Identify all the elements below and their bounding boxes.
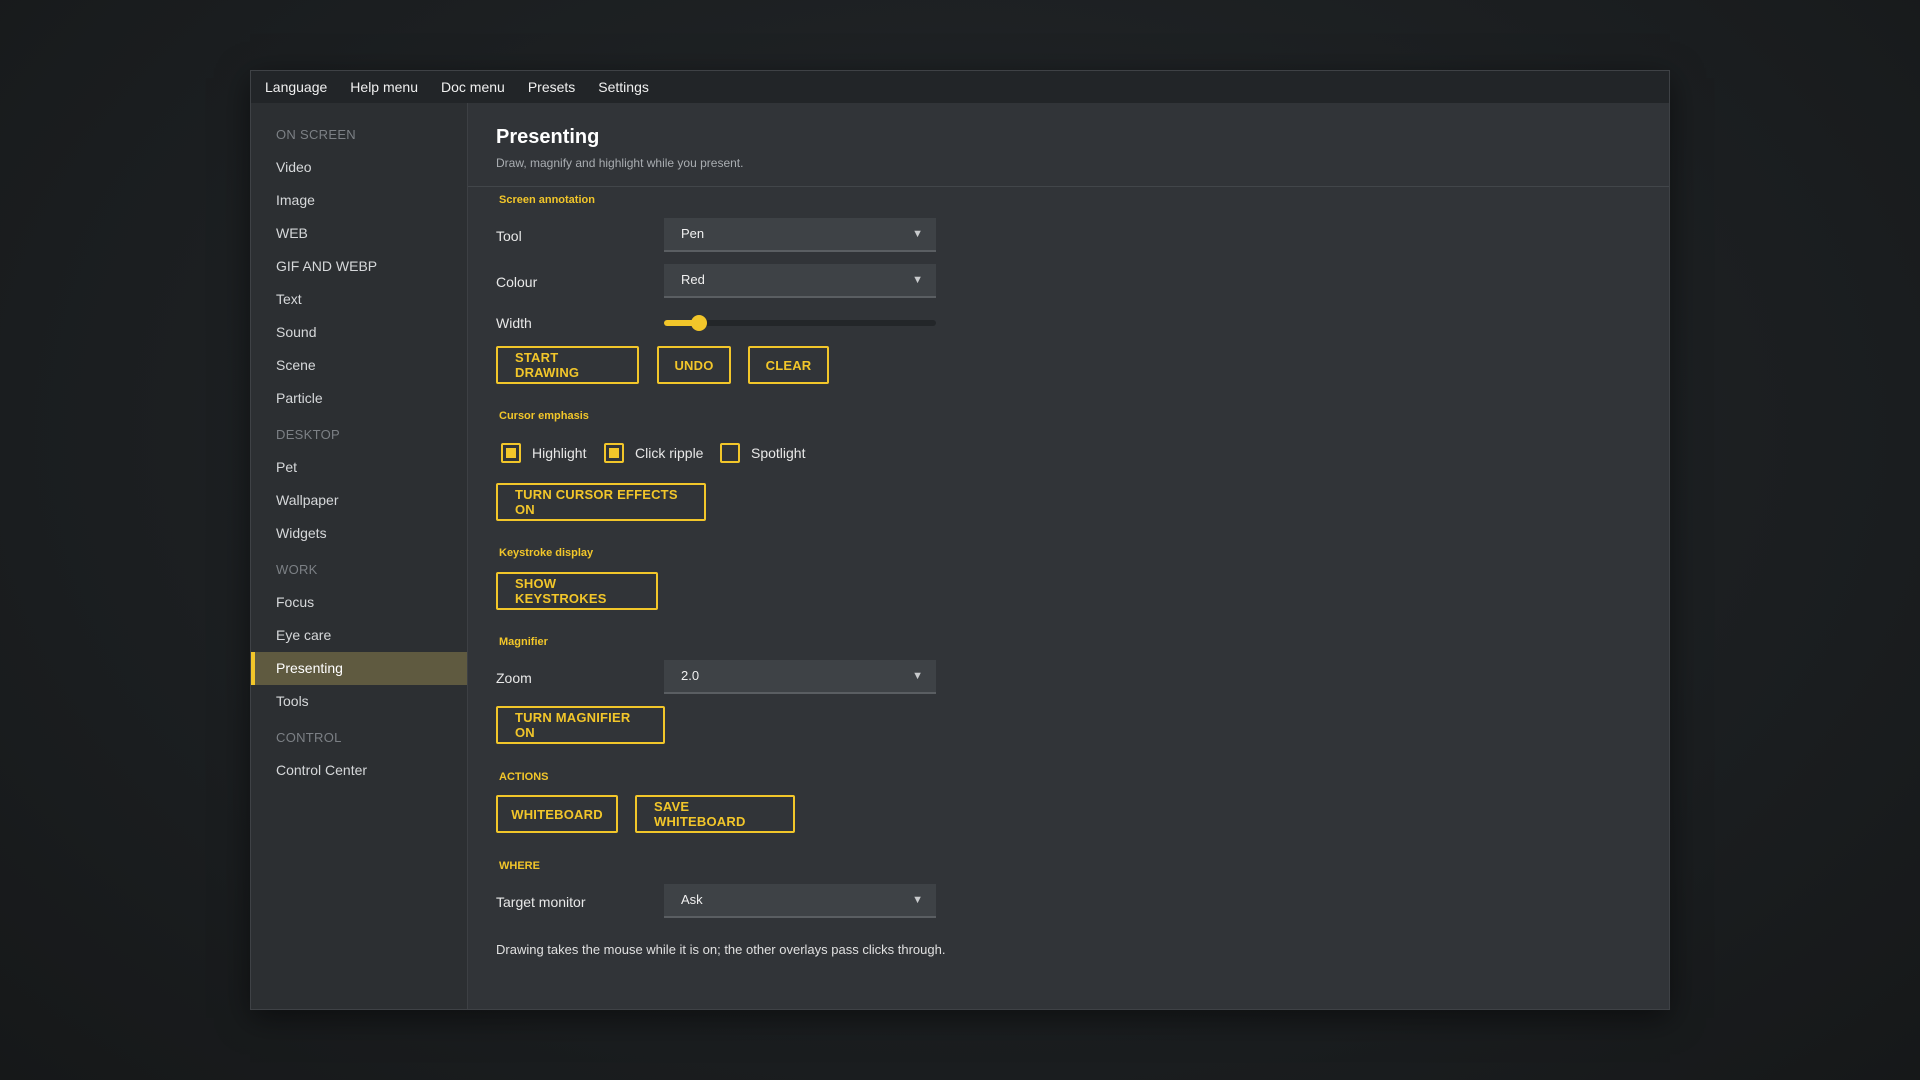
sidebar-item-widgets[interactable]: Widgets [251, 517, 467, 550]
menu-presets[interactable]: Presets [528, 79, 575, 95]
spotlight-checkbox[interactable] [720, 443, 740, 463]
section-cursor-emphasis: Cursor emphasis [499, 410, 589, 422]
zoom-select-value: 2.0 [681, 668, 700, 683]
section-screen-annotation: Screen annotation [499, 194, 595, 206]
sidebar-item-control-center[interactable]: Control Center [251, 754, 467, 787]
tool-label: Tool [496, 228, 522, 244]
colour-label: Colour [496, 274, 538, 290]
spotlight-label: Spotlight [751, 445, 806, 461]
start-drawing-button[interactable]: START DRAWING [496, 346, 639, 384]
clear-button[interactable]: CLEAR [748, 346, 829, 384]
section-keystroke-display: Keystroke display [499, 547, 594, 559]
sidebar-item-sound[interactable]: Sound [251, 316, 467, 349]
highlight-checkbox[interactable] [501, 443, 521, 463]
width-label: Width [496, 315, 532, 331]
sidebar-item-web[interactable]: WEB [251, 217, 467, 250]
sidebar-item-eye-care[interactable]: Eye care [251, 619, 467, 652]
sidebar-item-image[interactable]: Image [251, 184, 467, 217]
page-header: Presenting Draw, magnify and highlight w… [468, 103, 1669, 187]
sidebar-item-wallpaper[interactable]: Wallpaper [251, 484, 467, 517]
sidebar-item-presenting[interactable]: Presenting [251, 652, 467, 685]
section-where: WHERE [499, 860, 540, 872]
target-monitor-select-value: Ask [681, 892, 703, 907]
sidebar-item-text[interactable]: Text [251, 283, 467, 316]
save-whiteboard-button[interactable]: SAVE WHITEBOARD [635, 795, 795, 833]
width-slider-handle[interactable] [691, 315, 707, 331]
click-ripple-checkbox[interactable] [604, 443, 624, 463]
turn-cursor-effects-on-button[interactable]: TURN CURSOR EFFECTS ON [496, 483, 706, 521]
highlight-label: Highlight [532, 445, 587, 461]
chevron-down-icon: ▼ [912, 228, 923, 240]
chevron-down-icon: ▼ [912, 670, 923, 682]
menu-settings[interactable]: Settings [598, 79, 649, 95]
sidebar-section-control: CONTROL [276, 730, 342, 745]
menu-language[interactable]: Language [265, 79, 327, 95]
colour-select[interactable]: Red ▼ [664, 264, 936, 298]
sidebar-item-focus[interactable]: Focus [251, 586, 467, 619]
undo-button[interactable]: UNDO [657, 346, 731, 384]
width-slider[interactable] [664, 315, 936, 331]
section-magnifier: Magnifier [499, 636, 548, 648]
sidebar-item-tools[interactable]: Tools [251, 685, 467, 718]
chevron-down-icon: ▼ [912, 274, 923, 286]
click-ripple-label: Click ripple [635, 445, 704, 461]
sidebar: ON SCREEN Video Image WEB GIF AND WEBP T… [251, 103, 468, 1009]
sidebar-item-gif-webp[interactable]: GIF AND WEBP [251, 250, 467, 283]
sidebar-item-scene[interactable]: Scene [251, 349, 467, 382]
zoom-select[interactable]: 2.0 ▼ [664, 660, 936, 694]
tool-select[interactable]: Pen ▼ [664, 218, 936, 252]
target-monitor-label: Target monitor [496, 894, 586, 910]
sidebar-section-on-screen: ON SCREEN [276, 127, 356, 142]
menu-bar: Language Help menu Doc menu Presets Sett… [251, 71, 1669, 103]
sidebar-item-video[interactable]: Video [251, 151, 467, 184]
sidebar-section-desktop: DESKTOP [276, 427, 340, 442]
whiteboard-button[interactable]: WHITEBOARD [496, 795, 618, 833]
app-window: Language Help menu Doc menu Presets Sett… [250, 70, 1670, 1010]
turn-magnifier-on-button[interactable]: TURN MAGNIFIER ON [496, 706, 665, 744]
section-actions: ACTIONS [499, 771, 549, 783]
page-subtitle: Draw, magnify and highlight while you pr… [496, 156, 744, 170]
menu-help[interactable]: Help menu [350, 79, 418, 95]
show-keystrokes-button[interactable]: SHOW KEYSTROKES [496, 572, 658, 610]
sidebar-section-work: WORK [276, 562, 318, 577]
tool-select-value: Pen [681, 226, 705, 241]
chevron-down-icon: ▼ [912, 894, 923, 906]
main-content: Presenting Draw, magnify and highlight w… [468, 103, 1669, 1009]
colour-select-value: Red [681, 272, 705, 287]
sidebar-item-particle[interactable]: Particle [251, 382, 467, 415]
menu-doc[interactable]: Doc menu [441, 79, 505, 95]
page-title: Presenting [496, 126, 600, 148]
target-monitor-select[interactable]: Ask ▼ [664, 884, 936, 918]
zoom-label: Zoom [496, 670, 532, 686]
info-footnote: Drawing takes the mouse while it is on; … [496, 942, 946, 957]
sidebar-item-pet[interactable]: Pet [251, 451, 467, 484]
